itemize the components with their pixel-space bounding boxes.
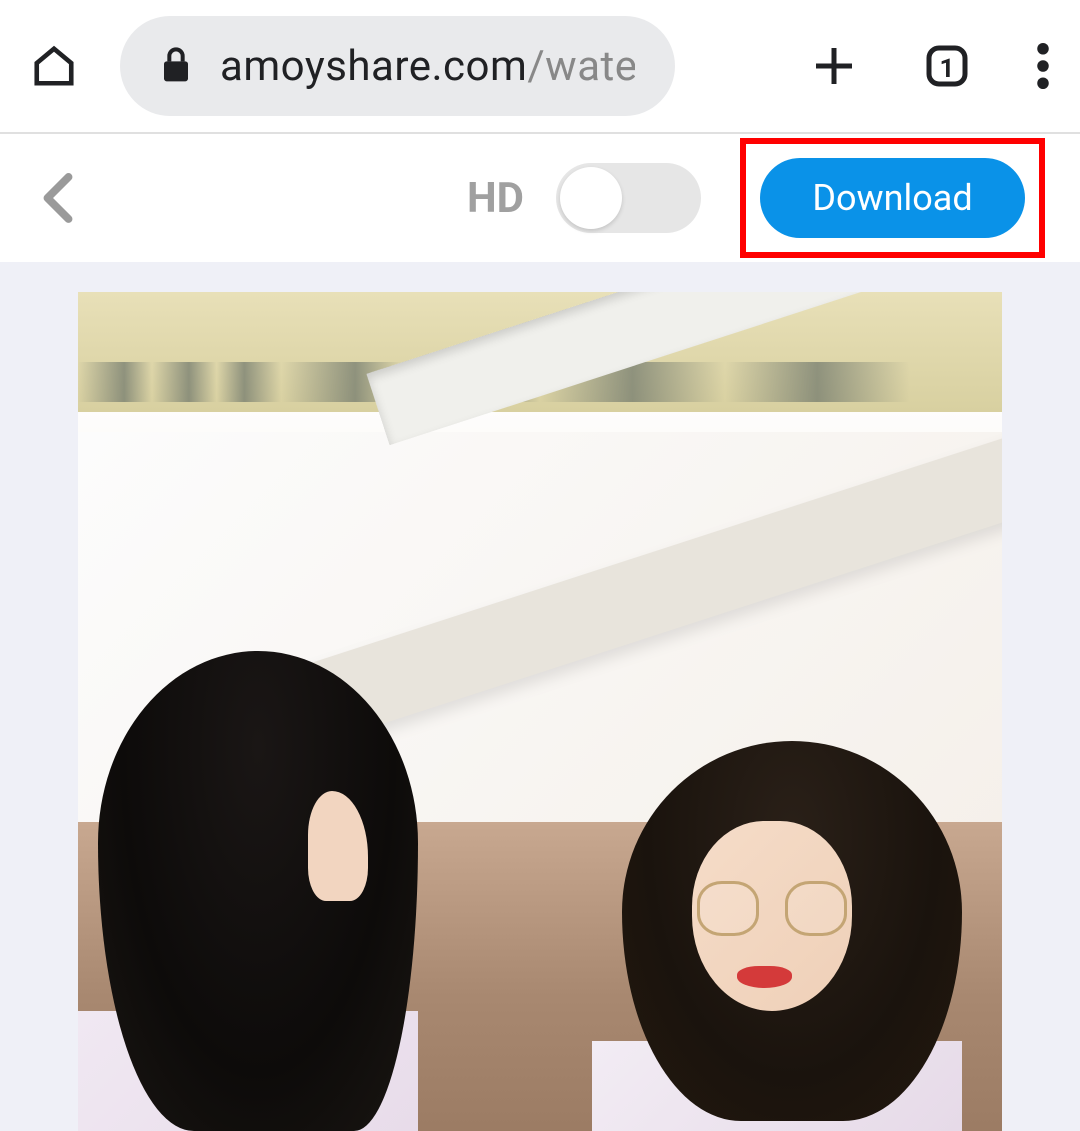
new-tab-icon[interactable] [810,42,858,90]
content-area [0,262,1080,1131]
app-toolbar: HD Download [0,134,1080,262]
back-button[interactable] [40,170,76,226]
hd-toggle-section: HD [467,163,701,233]
image-preview[interactable] [78,292,1002,1131]
person-left [78,651,418,1131]
menu-dots-icon[interactable] [1036,43,1050,89]
url-bar[interactable]: amoyshare.com/waterm [120,16,675,116]
browser-actions: 1 [810,42,1050,90]
toggle-knob [560,167,622,229]
url-domain: amoyshare.com [220,42,527,91]
url-text: amoyshare.com/waterm [220,42,635,91]
browser-chrome-bar: amoyshare.com/waterm 1 [0,0,1080,134]
hd-label: HD [467,174,524,223]
download-button[interactable]: Download [760,158,1025,238]
tabs-count-icon[interactable]: 1 [923,42,971,90]
download-highlight-box: Download [740,138,1045,258]
person-right [592,741,962,1131]
url-path: /waterm [527,42,635,91]
home-icon[interactable] [30,42,78,90]
photo-scene [78,292,1002,1131]
hd-toggle-switch[interactable] [556,163,701,233]
lock-icon [160,45,192,87]
tab-count: 1 [940,54,955,84]
